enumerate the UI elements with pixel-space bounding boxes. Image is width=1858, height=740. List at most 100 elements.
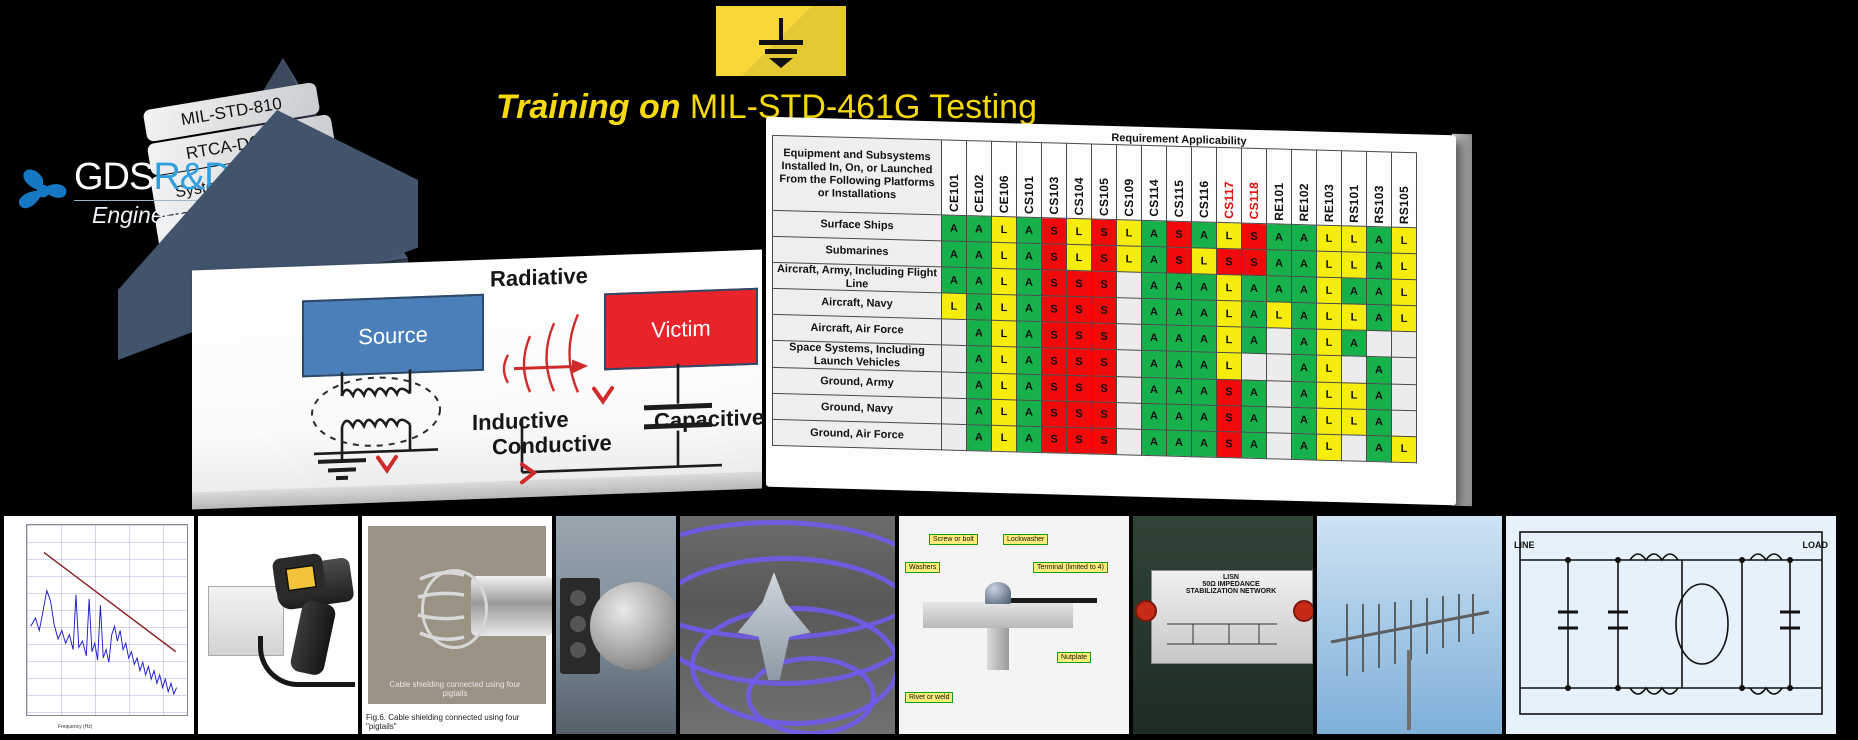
emi-diagram-contents: Source Victim Radiative Inductive Conduc… [192, 250, 762, 506]
cell-ce106-r0: L [992, 216, 1017, 243]
cell-re101-r7 [1267, 406, 1292, 433]
cable-figure-area: Cable shielding connected using four pig… [368, 526, 546, 704]
thumb-lisn-network-photo[interactable]: LISN50Ω IMPEDANCESTABILIZATION NETWORK [1133, 516, 1313, 734]
cell-rs101-r1: L [1342, 252, 1367, 279]
table-body: Surface ShipsAALASLSLASALSAALLALSubmarin… [773, 210, 1417, 462]
spectrum-trace [27, 525, 187, 715]
cell-rs103-r5: A [1367, 357, 1392, 384]
cell-rs105-r0: L [1392, 227, 1417, 254]
cell-cs115-r5: A [1167, 351, 1192, 378]
thumb-emi-filter-schematic[interactable]: LINE LOAD [1506, 516, 1836, 734]
lisn-connector-right [1293, 600, 1313, 622]
cell-cs101-r0: A [1017, 217, 1042, 244]
coupling-schematic [192, 250, 762, 506]
column-header-rs101: RS101 [1342, 151, 1367, 227]
cell-cs101-r8: A [1017, 426, 1042, 453]
column-header-cs101: CS101 [1017, 142, 1042, 218]
speaker-driver-2 [570, 616, 586, 632]
row-header-title: Equipment and Subsystems Installed In, O… [773, 135, 942, 215]
column-header-cs115: CS115 [1167, 146, 1192, 222]
cell-rs101-r8 [1342, 434, 1367, 461]
image-filmstrip: Frequency (Hz) Cable shielding connec [0, 516, 1858, 740]
cell-cs103-r5: S [1042, 348, 1067, 375]
cell-cs114-r6: A [1142, 377, 1167, 404]
filter-schematic [1506, 516, 1836, 734]
column-header-rs103: RS103 [1367, 151, 1392, 227]
cell-re101-r8 [1267, 432, 1292, 459]
cell-rs101-r0: L [1342, 226, 1367, 253]
cell-cs114-r7: A [1142, 403, 1167, 430]
cell-cs116-r6: A [1192, 378, 1217, 405]
cell-ce101-r0: A [942, 215, 967, 242]
column-header-cs116: CS116 [1192, 147, 1217, 223]
spectrum-plot-area [26, 524, 188, 716]
cell-cs118-r6: A [1242, 380, 1267, 407]
cell-cs117-r7: S [1217, 405, 1242, 432]
cell-cs117-r3: L [1217, 301, 1242, 328]
cell-cs104-r0: L [1067, 218, 1092, 245]
cell-cs118-r4: A [1242, 327, 1267, 354]
cell-rs101-r6: L [1342, 382, 1367, 409]
log-periodic-antenna [1317, 516, 1502, 734]
tag-terminal: Terminal (limited to 4) [1033, 562, 1108, 573]
cell-rs105-r5 [1392, 357, 1417, 384]
cell-cs117-r5: L [1217, 353, 1242, 380]
stud-shank [987, 628, 1009, 670]
column-header-ce101: CE101 [942, 140, 967, 216]
column-header-re102: RE102 [1292, 149, 1317, 225]
cell-rs103-r0: A [1367, 226, 1392, 253]
esd-gun-cable [258, 636, 355, 687]
cell-cs115-r4: A [1167, 325, 1192, 352]
cell-ce101-r8 [942, 423, 967, 450]
cell-cs103-r1: S [1042, 244, 1067, 271]
thumb-bonding-joint-diagram[interactable]: Screw or bolt Lockwasher Terminal (limit… [899, 516, 1129, 734]
cell-cs115-r0: S [1167, 221, 1192, 248]
thumb-aircraft-field-simulation-photo[interactable] [680, 516, 895, 734]
cell-cs117-r2: L [1217, 274, 1242, 301]
cell-cs104-r6: S [1067, 375, 1092, 402]
cell-ce101-r5 [942, 345, 967, 372]
cell-rs103-r2: A [1367, 278, 1392, 305]
cell-re103-r5: L [1317, 355, 1342, 382]
cell-cs101-r4: A [1017, 321, 1042, 348]
thumb-anechoic-chamber-antenna-photo[interactable] [556, 516, 676, 734]
row-label: Ground, Air Force [773, 419, 942, 450]
cell-cs105-r5: S [1092, 349, 1117, 376]
cell-cs104-r5: S [1067, 349, 1092, 376]
cell-cs116-r7: A [1192, 404, 1217, 431]
cell-cs109-r2 [1117, 272, 1142, 299]
cell-ce101-r6 [942, 371, 967, 398]
column-header-cs114: CS114 [1142, 145, 1167, 221]
cell-cs116-r1: L [1192, 248, 1217, 275]
reflector-dome [590, 582, 676, 670]
speaker-driver-1 [570, 590, 586, 606]
cell-cs103-r4: S [1042, 322, 1067, 349]
cell-re102-r2: A [1292, 276, 1317, 303]
cell-cs105-r1: S [1092, 245, 1117, 272]
fan-icon [14, 162, 72, 220]
cell-cs101-r1: A [1017, 243, 1042, 270]
thumb-esd-simulator-gun-photo[interactable] [198, 516, 358, 734]
cell-cs117-r0: L [1217, 222, 1242, 249]
cell-ce102-r6: A [967, 372, 992, 399]
tag-screw-or-bolt: Screw or bolt [929, 534, 978, 545]
cell-cs117-r6: S [1217, 379, 1242, 406]
cell-ce102-r5: A [967, 346, 992, 373]
thumb-cable-shielding-pigtails-figure[interactable]: Cable shielding connected using four pig… [362, 516, 552, 734]
cell-rs103-r7: A [1367, 409, 1392, 436]
tag-washers: Washers [905, 562, 940, 573]
cell-rs105-r4 [1392, 331, 1417, 358]
cell-cs117-r1: S [1217, 248, 1242, 275]
cell-rs103-r1: A [1367, 252, 1392, 279]
thumb-emission-spectrum-plot[interactable]: Frequency (Hz) [4, 516, 194, 734]
cell-cs114-r8: A [1142, 429, 1167, 456]
thumb-log-periodic-antenna-photo[interactable] [1317, 516, 1502, 734]
applicability-table: Requirement Applicability Equipment and … [772, 123, 1417, 463]
inner-figure-caption: Cable shielding connected using four pig… [380, 680, 530, 698]
tag-nutplate: Nutplate [1057, 652, 1091, 663]
cell-cs114-r0: A [1142, 220, 1167, 247]
column-header-re103: RE103 [1317, 150, 1342, 226]
cell-cs109-r5 [1117, 350, 1142, 377]
cell-cs104-r7: S [1067, 401, 1092, 428]
structure-plate [923, 602, 1073, 628]
